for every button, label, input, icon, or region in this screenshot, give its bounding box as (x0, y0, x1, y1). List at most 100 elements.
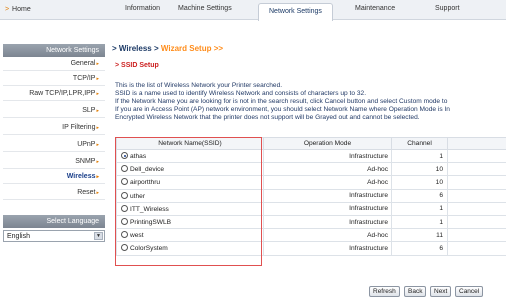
description-line: If you are in Access Point (AP) network … (115, 106, 450, 113)
sidebar-item-general[interactable]: General▸ (3, 57, 105, 71)
table-row[interactable]: airportthru Ad-hoc 10 (116, 175, 506, 190)
breadcrumb-current: Wireless (118, 44, 152, 53)
tab-information[interactable]: Information (125, 5, 160, 12)
ssid-cell[interactable]: ColorSystem (116, 241, 264, 256)
next-button[interactable]: Next (430, 286, 452, 297)
sidebar-header: Network Settings (3, 44, 105, 57)
column-header-empty (447, 137, 506, 150)
refresh-button[interactable]: Refresh (369, 286, 400, 297)
empty-cell (447, 201, 506, 216)
sidebar-item-label: General (70, 60, 96, 67)
tab-network-settings[interactable]: Network Settings (258, 3, 333, 21)
ssid-name: athas (130, 153, 147, 161)
channel-cell: 10 (391, 175, 448, 190)
sidebar-item-label: Wireless (66, 173, 96, 180)
ssid-table: Network Name(SSID) Operation Mode Channe… (116, 137, 506, 256)
language-value: English (7, 233, 30, 240)
ssid-cell[interactable]: ITT_Wireless (116, 201, 264, 216)
sidebar-item-slp[interactable]: SLP▸ (3, 104, 105, 118)
table-row[interactable]: west Ad-hoc 11 (116, 228, 506, 243)
radio-icon[interactable] (121, 178, 128, 186)
radio-icon[interactable] (121, 191, 128, 199)
chevron-down-icon[interactable]: ▼ (94, 232, 103, 240)
channel-cell: 10 (391, 162, 448, 177)
ssid-cell[interactable]: Dell_device (116, 162, 264, 177)
language-header: Select Language (3, 215, 105, 228)
radio-icon[interactable] (121, 204, 128, 212)
ssid-cell[interactable]: athas (116, 148, 264, 164)
mode-cell: Infrastructure (263, 201, 392, 216)
tab-machine-settings[interactable]: Machine Settings (178, 5, 232, 12)
empty-cell (447, 228, 506, 243)
channel-cell: 1 (391, 214, 448, 230)
arrow-icon: ▸ (96, 91, 99, 97)
column-header-channel: Channel (391, 137, 448, 150)
table-row[interactable]: PrintingSWLB Infrastructure 1 (116, 214, 506, 230)
arrow-icon: ▸ (96, 142, 99, 148)
mode-cell: Infrastructure (263, 214, 392, 230)
empty-cell (447, 175, 506, 190)
arrow-icon: ▸ (96, 190, 99, 196)
sidebar-item-raw-tcpip[interactable]: Raw TCP/IP,LPR,IPP▸ (3, 87, 105, 101)
chevron-right-icon: > (5, 6, 10, 13)
home-label: Home (12, 6, 31, 13)
mode-cell: Infrastructure (263, 241, 392, 256)
section-title: > SSID Setup (115, 62, 159, 69)
section-title-label: SSID Setup (121, 62, 159, 69)
channel-cell: 1 (391, 201, 448, 216)
ssid-cell[interactable]: airportthru (116, 175, 264, 190)
ssid-cell[interactable]: west (116, 228, 264, 243)
column-header-ssid: Network Name(SSID) (116, 137, 264, 150)
radio-selected-icon[interactable] (121, 152, 128, 160)
radio-icon[interactable] (121, 165, 128, 173)
back-button[interactable]: Back (404, 286, 427, 297)
mode-cell: Infrastructure (263, 188, 392, 203)
top-nav-bar: > Home Information Machine Settings Netw… (0, 0, 506, 21)
table-row[interactable]: athas Infrastructure 1 (116, 148, 506, 164)
arrow-icon: ▸ (96, 125, 99, 131)
sidebar-item-snmp[interactable]: SNMP▸ (3, 155, 105, 169)
empty-cell (447, 148, 506, 164)
arrow-icon: ▸ (96, 174, 99, 180)
tab-support[interactable]: Support (435, 5, 460, 12)
column-header-mode: Operation Mode (263, 137, 392, 150)
description-line: This is the list of Wireless Network you… (115, 82, 283, 89)
ssid-name: uther (130, 192, 146, 200)
ssid-cell[interactable]: uther (116, 188, 264, 203)
channel-cell: 1 (391, 148, 448, 164)
description-line: Encrypted Wireless Network that the prin… (115, 114, 420, 121)
sidebar-item-reset[interactable]: Reset▸ (3, 186, 105, 200)
tab-maintenance[interactable]: Maintenance (355, 5, 395, 12)
radio-icon[interactable] (121, 218, 128, 226)
description-line: If the Network Name you are looking for … (115, 98, 448, 105)
ssid-cell[interactable]: PrintingSWLB (116, 214, 264, 230)
table-row[interactable]: Dell_device Ad-hoc 10 (116, 162, 506, 177)
table-row[interactable]: ColorSystem Infrastructure 6 (116, 241, 506, 256)
ssid-name: west (130, 232, 144, 240)
breadcrumb-sub: Wizard Setup >> (160, 44, 224, 53)
channel-cell: 6 (391, 188, 448, 203)
sidebar-item-upnp[interactable]: UPnP▸ (3, 138, 105, 152)
home-link[interactable]: > Home (5, 6, 31, 13)
arrow-icon: ▸ (96, 159, 99, 165)
sidebar-item-label: UPnP (77, 141, 96, 148)
ssid-name: ITT_Wireless (130, 205, 169, 213)
description-line: SSID is a name used to identify Wireless… (115, 90, 367, 97)
arrow-icon: ▸ (96, 61, 99, 67)
sidebar-item-tcpip[interactable]: TCP/IP▸ (3, 72, 105, 86)
ssid-name: PrintingSWLB (130, 219, 172, 227)
radio-icon[interactable] (121, 231, 128, 239)
sidebar-item-label: Reset (77, 189, 96, 196)
table-row[interactable]: uther Infrastructure 6 (116, 188, 506, 203)
table-row[interactable]: ITT_Wireless Infrastructure 1 (116, 201, 506, 216)
radio-icon[interactable] (121, 244, 128, 252)
mode-cell: Ad-hoc (263, 162, 392, 177)
breadcrumb: > Wireless > Wizard Setup >> (112, 44, 224, 53)
language-select[interactable]: English ▼ (3, 230, 105, 242)
empty-cell (447, 188, 506, 203)
sidebar-item-wireless[interactable]: Wireless▸ (3, 170, 105, 184)
sidebar-item-label: SNMP (75, 158, 96, 165)
sidebar-item-ip-filtering[interactable]: IP Filtering▸ (3, 121, 105, 135)
mode-cell: Infrastructure (263, 148, 392, 164)
cancel-button[interactable]: Cancel (455, 286, 484, 297)
